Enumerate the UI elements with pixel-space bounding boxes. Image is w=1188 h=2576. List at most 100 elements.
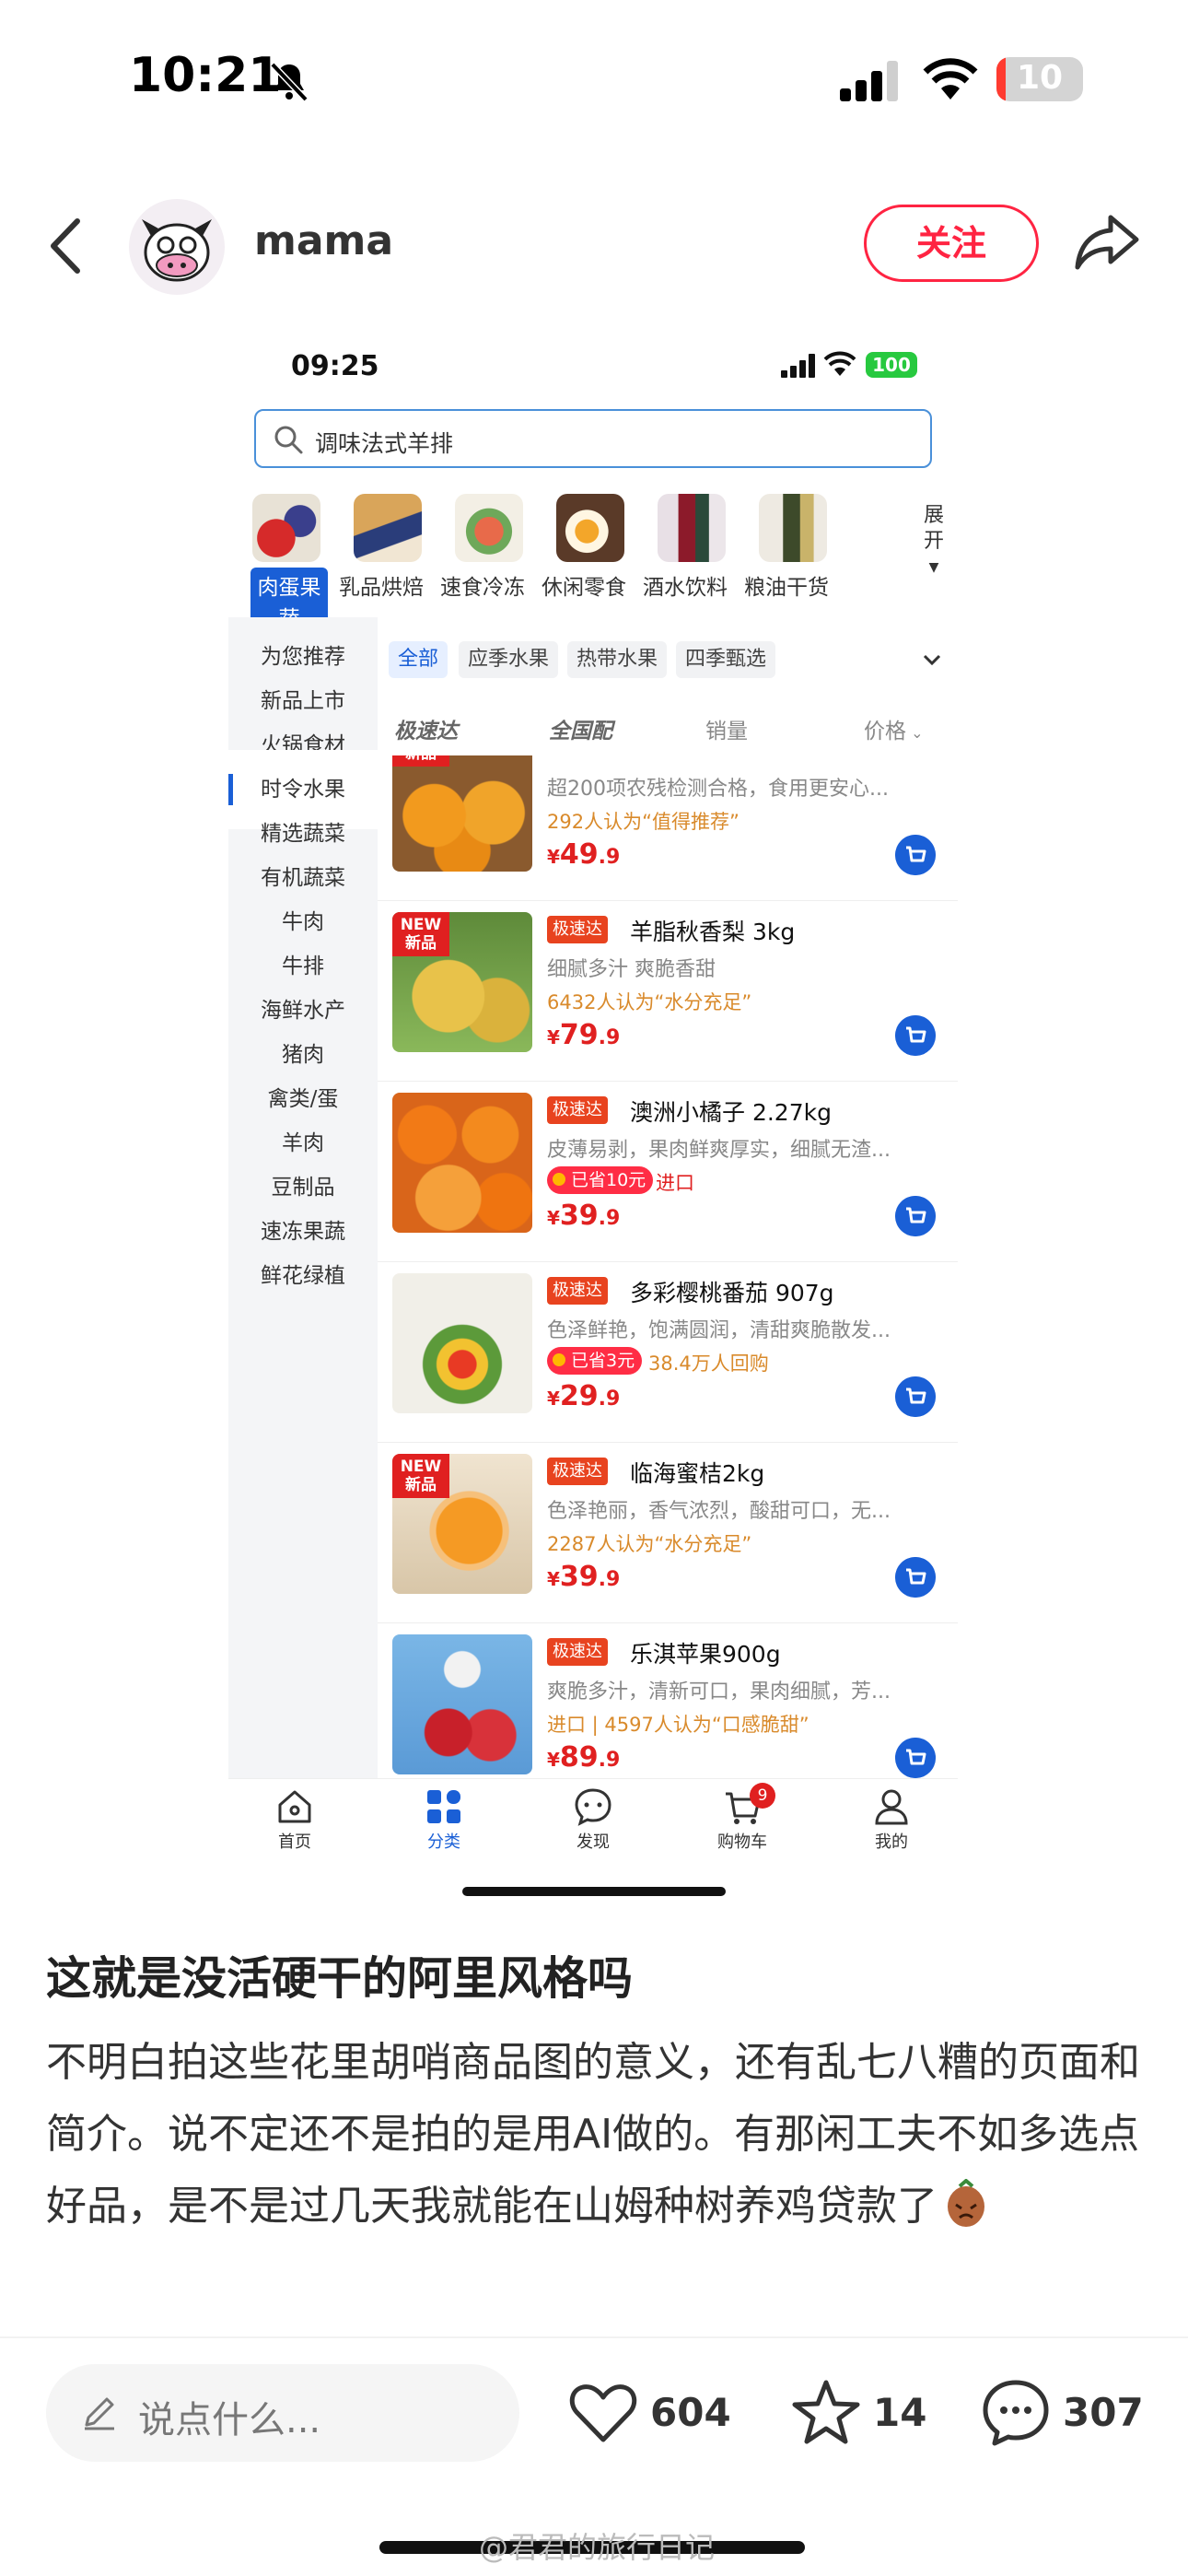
product-review-note: 292人认为“值得推荐” <box>547 811 740 833</box>
collect-count: 14 <box>873 2390 927 2435</box>
category-frozen[interactable]: 速食冷冻 <box>431 490 534 601</box>
inner-signal-icon <box>781 354 815 378</box>
category-snacks[interactable]: 休闲零食 <box>532 490 635 601</box>
cart-count-badge: 9 <box>750 1783 775 1809</box>
expand-label: 展开 <box>923 504 944 553</box>
product-card[interactable]: NEW 新品 极速达 羊脂秋香梨 3kg 细腻多汁 爽脆香甜 6432人认为“水… <box>378 901 958 1082</box>
category-label: 休闲零食 <box>542 576 626 600</box>
chevron-down-icon[interactable] <box>919 647 945 673</box>
back-arrow-icon[interactable] <box>42 214 94 278</box>
sort-price[interactable]: 价格 ⌄ <box>864 713 924 744</box>
sort-sales[interactable]: 销量 <box>705 713 748 744</box>
battery-indicator: 10 <box>996 57 1083 101</box>
search-placeholder: 调味法式羊排 <box>315 430 454 457</box>
product-description: 超200项农残检测合格，食用更安心... <box>547 778 889 801</box>
frozen-category-image <box>455 494 523 562</box>
interaction-bar: 说点什么... 604 14 307 <box>0 2364 1188 2465</box>
add-to-cart-icon[interactable] <box>895 1738 936 1778</box>
sort-express[interactable]: 极速达 <box>394 713 458 744</box>
sidebar-item[interactable]: 鲜花绿植 <box>228 1236 378 1316</box>
product-description: 细腻多汁 爽脆香甜 <box>547 958 716 981</box>
snacks-category-image <box>556 494 624 562</box>
follow-button[interactable]: 关注 <box>864 205 1039 282</box>
category-label: 酒水饮料 <box>643 576 728 600</box>
category-sidebar: 为您推荐 新品上市 火锅食材 时令水果 精选蔬菜 有机蔬菜 牛肉 牛排 海鲜水产… <box>228 617 378 1861</box>
share-icon[interactable] <box>1074 212 1140 273</box>
tab-discover[interactable]: 发现 <box>547 1786 639 1853</box>
add-to-cart-icon[interactable] <box>895 1557 936 1598</box>
cartoon-cow-avatar-icon <box>142 219 212 282</box>
tab-label: 购物车 <box>717 1832 767 1852</box>
grains-category-image <box>759 494 827 562</box>
product-price: ¥29.9 <box>547 1380 621 1412</box>
status-bar: 10:21 10 <box>0 0 1188 166</box>
product-image: NEW 新品 <box>392 912 532 1052</box>
new-product-tag: NEW 新品 <box>392 912 449 956</box>
filter-chips: 全部 应季水果 热带水果 四季甄选 <box>378 617 958 700</box>
product-image: NEW 新品 <box>392 1454 532 1594</box>
home-icon <box>278 1790 311 1823</box>
search-input[interactable]: 调味法式羊排 <box>254 409 932 468</box>
tab-profile[interactable]: 我的 <box>845 1786 938 1853</box>
like-count: 604 <box>650 2390 731 2435</box>
add-to-cart-icon[interactable] <box>895 835 936 875</box>
divider <box>0 2336 1188 2338</box>
drinks-category-image <box>658 494 726 562</box>
cellular-signal-icon <box>840 61 898 101</box>
product-description: 色泽鲜艳，饱满圆润，清甜爽脆散发... <box>547 1319 891 1342</box>
express-badge: 极速达 <box>547 916 608 943</box>
watermark: @君君的旅行日记 <box>479 2530 716 2565</box>
bell-muted-icon <box>270 62 309 102</box>
pencil-icon <box>85 2397 114 2430</box>
savings-badge: 已省10元 <box>547 1166 654 1194</box>
product-price: ¥89.9 <box>547 1741 621 1774</box>
filter-chip-all[interactable]: 全部 <box>389 641 448 678</box>
add-to-cart-icon[interactable] <box>895 1015 936 1056</box>
sort-nationwide[interactable]: 全国配 <box>549 713 612 744</box>
repurchase-count: 38.4万人回购 <box>648 1352 769 1375</box>
tab-label: 分类 <box>427 1832 460 1852</box>
add-to-cart-icon[interactable] <box>895 1196 936 1236</box>
category-dairy-bakery[interactable]: 乳品烘焙 <box>330 490 433 601</box>
filter-chip[interactable]: 四季甄选 <box>676 641 776 678</box>
wifi-icon <box>923 58 978 100</box>
category-strip: 肉蛋果蔬 乳品烘焙 速食冷冻 休闲零食 酒水饮料 粮油干货 展开 ▼ <box>228 490 958 634</box>
product-card[interactable]: 极速达 多彩樱桃番茄 907g 色泽鲜艳，饱满圆润，清甜爽脆散发... 已省3元… <box>378 1262 958 1443</box>
product-name: 多彩樱桃番茄 907g <box>630 1280 834 1306</box>
comment-bubble-icon <box>983 2380 1049 2446</box>
comment-input[interactable]: 说点什么... <box>46 2364 519 2462</box>
sad-potato-emoji-icon <box>948 2179 984 2227</box>
product-name: 羊脂秋香梨 3kg <box>630 919 796 945</box>
filter-chip[interactable]: 热带水果 <box>567 641 668 678</box>
category-drinks[interactable]: 酒水饮料 <box>634 490 737 601</box>
product-card[interactable]: NEW 新品 极速达 临海蜜桔2kg 色泽艳丽，香气浓烈，酸甜可口，无... 2… <box>378 1443 958 1623</box>
product-card[interactable]: 极速达 澳洲小橘子 2.27kg 皮薄易剥，果肉鲜爽厚实，细腻无渣... 已省1… <box>378 1082 958 1262</box>
inner-battery: 100 <box>866 352 917 378</box>
express-badge: 极速达 <box>547 1096 608 1124</box>
product-image <box>392 1634 532 1774</box>
category-label: 乳品烘焙 <box>339 576 424 600</box>
caret-down-icon: ▼ <box>928 560 939 575</box>
product-card[interactable]: NEW 新品 超200项农残检测合格，食用更安心... 292人认为“值得推荐”… <box>378 755 958 901</box>
expand-categories-button[interactable]: 展开 ▼ <box>915 503 952 580</box>
tab-cart[interactable]: 9 购物车 <box>696 1783 788 1853</box>
author-username[interactable]: mama <box>254 217 393 264</box>
inner-wifi-icon <box>823 351 856 376</box>
category-grains-oils[interactable]: 粮油干货 <box>735 490 838 601</box>
dairy-category-image <box>354 494 422 562</box>
tab-label: 发现 <box>577 1832 610 1852</box>
product-price: ¥39.9 <box>547 1561 621 1593</box>
product-card[interactable]: 极速达 乐淇苹果900g 爽脆多汁，清新可口，果肉细腻，芳... 进口 | 45… <box>378 1623 958 1778</box>
tab-home[interactable]: 首页 <box>249 1786 341 1853</box>
category-produce[interactable]: 肉蛋果蔬 <box>228 490 332 634</box>
category-label: 速食冷冻 <box>440 576 525 600</box>
tab-categories[interactable]: 分类 <box>398 1786 490 1853</box>
image-carousel-indicator <box>462 1887 726 1896</box>
comment-count: 307 <box>1063 2390 1144 2435</box>
produce-category-image <box>252 494 320 562</box>
filter-chip[interactable]: 应季水果 <box>459 641 559 678</box>
avatar[interactable] <box>129 199 225 295</box>
embedded-screenshot: 09:25 100 调味法式羊排 肉蛋果蔬 乳品烘焙 速食冷冻 <box>228 332 958 1861</box>
add-to-cart-icon[interactable] <box>895 1376 936 1417</box>
product-image: NEW 新品 <box>392 755 532 872</box>
